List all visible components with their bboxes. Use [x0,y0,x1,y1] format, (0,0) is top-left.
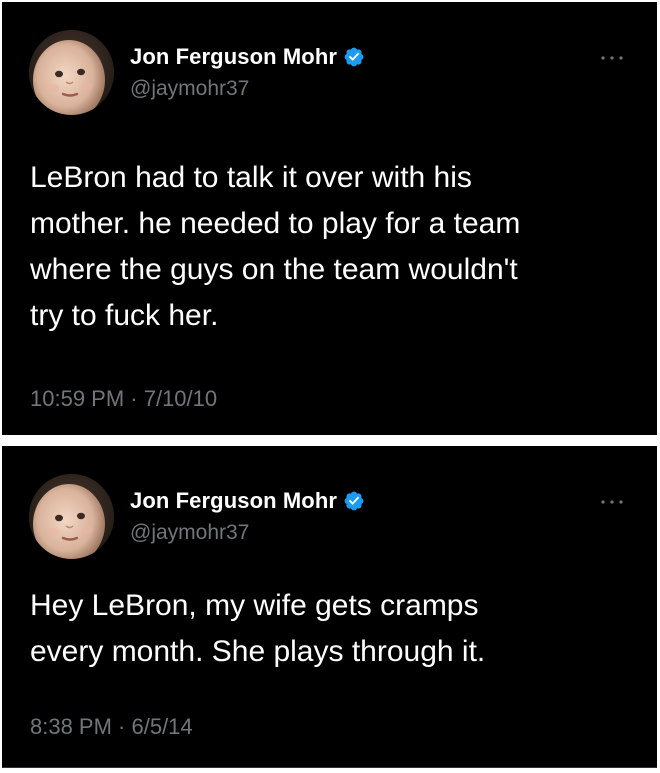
tweet-timestamp[interactable]: 8:38 PM · 6/5/14 [30,714,193,740]
baby-face-avatar-icon [29,474,114,559]
author-name-row: Jon Ferguson Mohr [130,44,365,70]
author-display-name[interactable]: Jon Ferguson Mohr [130,44,337,70]
tweet-card[interactable]: Jon Ferguson Mohr @jaymohr37 Hey LeBron,… [2,446,657,768]
tweet-text: Hey LeBron, my wife gets cramps every mo… [30,589,486,668]
avatar[interactable] [29,30,114,115]
tweet-card[interactable]: Jon Ferguson Mohr @jaymohr37 LeBron had … [2,2,657,435]
more-dots-icon[interactable] [600,498,624,506]
author-handle[interactable]: @jaymohr37 [130,77,249,101]
author-display-name[interactable]: Jon Ferguson Mohr [130,488,337,514]
verified-badge-icon [344,491,364,511]
divider [2,767,657,768]
baby-face-avatar-icon [29,30,114,115]
tweet-timestamp[interactable]: 10:59 PM · 7/10/10 [30,386,217,412]
tweet-text: LeBron had to talk it over with his moth… [30,161,521,332]
verified-badge-icon [344,47,364,67]
more-dots-icon[interactable] [600,54,624,62]
author-handle[interactable]: @jaymohr37 [130,521,249,545]
avatar[interactable] [29,474,114,559]
author-name-row: Jon Ferguson Mohr [130,488,365,514]
